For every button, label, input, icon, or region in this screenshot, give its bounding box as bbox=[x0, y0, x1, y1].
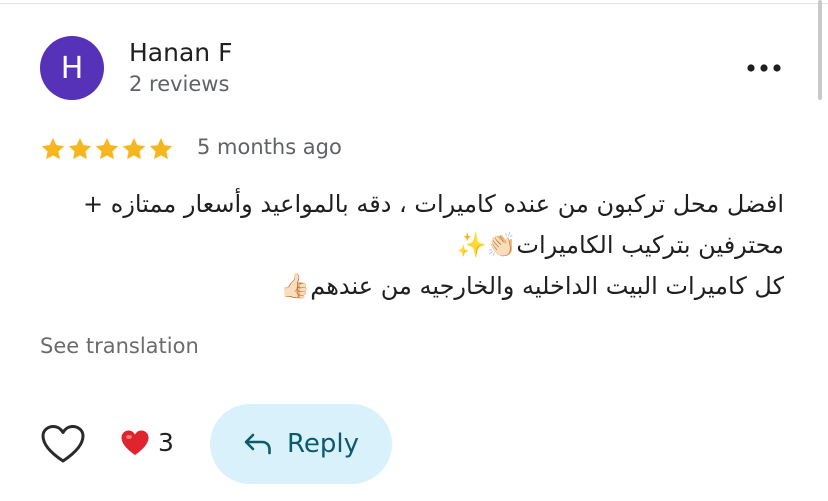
more-horizontal-icon bbox=[747, 64, 781, 72]
author-review-count: 2 reviews bbox=[129, 72, 230, 96]
avatar-initial: H bbox=[60, 50, 84, 86]
red-heart-emoji-icon bbox=[121, 430, 149, 455]
review-date: 5 months ago bbox=[197, 135, 342, 159]
review-text-line: محترفين بتركيب الكاميرات👏🏻✨ bbox=[456, 231, 784, 259]
more-options-button[interactable] bbox=[744, 56, 784, 80]
see-translation-link[interactable]: See translation bbox=[40, 334, 199, 358]
scrollbar[interactable] bbox=[818, 0, 822, 100]
review-text-line: افضل محل تركبون من عنده كاميرات ، دقه با… bbox=[83, 190, 784, 218]
avatar[interactable]: H bbox=[40, 36, 104, 100]
reply-label: Reply bbox=[286, 429, 359, 459]
heart-outline-icon bbox=[41, 425, 85, 463]
reaction-summary[interactable]: 3 bbox=[120, 428, 174, 457]
top-divider bbox=[0, 0, 828, 4]
reaction-count: 3 bbox=[158, 428, 174, 457]
review-text: افضل محل تركبون من عنده كاميرات ، دقه با… bbox=[24, 184, 784, 307]
reply-button[interactable]: Reply bbox=[210, 404, 392, 484]
reply-arrow-icon bbox=[244, 433, 271, 455]
star-rating bbox=[40, 136, 174, 162]
star-icon bbox=[95, 137, 119, 160]
like-button[interactable] bbox=[40, 424, 86, 464]
star-icon bbox=[68, 137, 92, 160]
author-name[interactable]: Hanan F bbox=[129, 38, 232, 67]
star-icon bbox=[122, 137, 146, 160]
review-text-line: كل كاميرات البيت الداخليه والخارجيه من ع… bbox=[280, 272, 784, 300]
star-icon bbox=[149, 137, 173, 160]
star-icon bbox=[41, 137, 65, 160]
